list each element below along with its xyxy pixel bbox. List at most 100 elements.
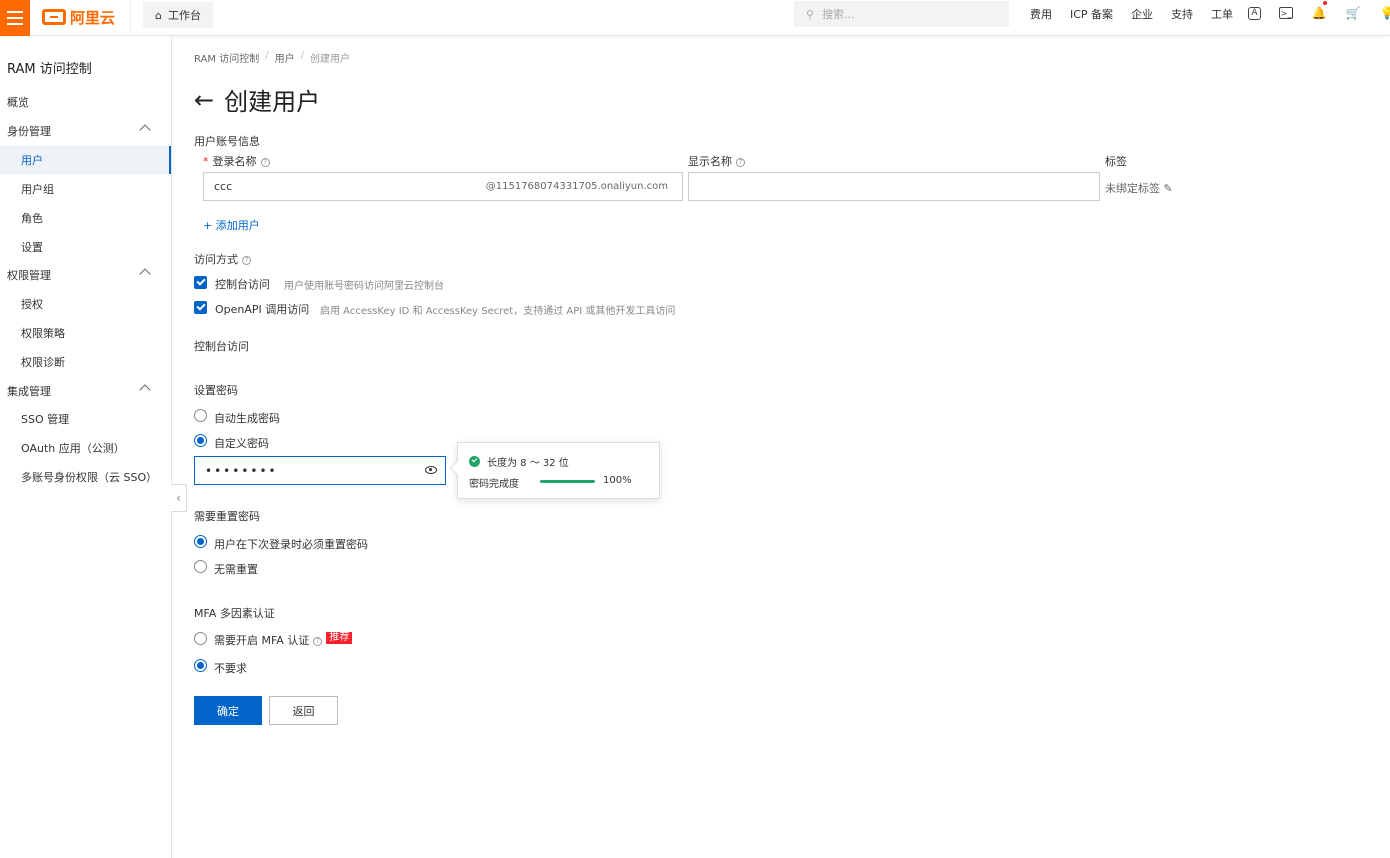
tag-value: 未绑定标签 (1105, 182, 1160, 195)
top-nav: 费用 ICP 备案 企业 支持 工单 (1030, 0, 1251, 28)
password-strength-tooltip: 长度为 8 ～ 32 位 密码完成度 100% (449, 442, 660, 499)
notification-dot (1323, 1, 1327, 5)
sidebar-group-label: 身份管理 (7, 125, 51, 138)
required-mark: * (203, 155, 209, 168)
mfa-required-radio[interactable] (194, 632, 207, 645)
terminal-icon[interactable]: >_ (1279, 7, 1293, 19)
bell-icon[interactable]: 🔔 (1311, 1, 1327, 21)
search-input[interactable]: ⚲ 搜索... (794, 1, 1009, 27)
access-section-title: 访问方式? (194, 251, 251, 267)
sidebar-item-cloud-sso[interactable]: 多账号身份权限（云 SSO） (0, 463, 171, 491)
breadcrumb-item-users[interactable]: 用户 (275, 50, 295, 65)
help-icon[interactable]: ? (260, 157, 270, 167)
aliyun-logo-icon (42, 9, 66, 25)
mfa-required-text: 需要开启 MFA 认证 (214, 634, 310, 647)
add-user-label: 添加用户 (215, 219, 260, 232)
must-reset-radio[interactable] (194, 535, 207, 548)
nav-billing[interactable]: 费用 (1030, 6, 1052, 22)
sidebar-item-settings[interactable]: 设置 (0, 233, 171, 261)
sidebar-group-identity[interactable]: 身份管理 (0, 117, 171, 145)
tag-edit[interactable]: 未绑定标签 ✎ (1105, 180, 1173, 196)
collapse-sidebar-button[interactable]: ‹ (171, 484, 187, 512)
auto-password-radio[interactable] (194, 409, 207, 422)
api-access-desc: 启用 AccessKey ID 和 AccessKey Secret，支持通过 … (320, 306, 676, 317)
login-name-suffix: @1151768074331705.onaliyun.com (485, 181, 668, 192)
console-access-checkbox[interactable] (194, 276, 207, 289)
workbench-button[interactable]: ⌂ 工作台 (143, 2, 213, 28)
add-user-link[interactable]: + 添加用户 (203, 217, 260, 233)
api-icon[interactable]: A (1248, 6, 1261, 20)
nav-icp[interactable]: ICP 备案 (1070, 6, 1113, 22)
console-access-section: 控制台访问 (194, 340, 249, 353)
nav-ticket[interactable]: 工单 (1211, 6, 1233, 22)
sidebar-group-integration[interactable]: 集成管理 (0, 377, 171, 405)
divider (130, 0, 131, 36)
sidebar-item-oauth[interactable]: OAuth 应用（公测） (0, 434, 171, 462)
display-name-label-text: 显示名称 (688, 155, 732, 168)
search-icon: ⚲ (806, 7, 815, 21)
sidebar-item-sso[interactable]: SSO 管理 (0, 405, 171, 433)
nav-enterprise[interactable]: 企业 (1131, 6, 1153, 22)
completeness-value: 100% (603, 475, 632, 486)
display-name-input[interactable] (688, 172, 1100, 201)
sidebar-group-label: 权限管理 (7, 269, 51, 282)
confirm-button[interactable]: 确定 (194, 696, 262, 725)
lightbulb-icon[interactable]: 💡 (1379, 5, 1390, 21)
completeness-label: 密码完成度 (469, 479, 519, 490)
account-section-title: 用户账号信息 (194, 135, 260, 148)
sidebar-item-roles[interactable]: 角色 (0, 204, 171, 232)
console-access-label: 控制台访问 (215, 278, 270, 291)
breadcrumb-item-ram[interactable]: RAM 访问控制 (194, 50, 259, 65)
sidebar-group-permissions[interactable]: 权限管理 (0, 261, 171, 289)
no-reset-radio[interactable] (194, 560, 207, 573)
mfa-required-label: 需要开启 MFA 认证? 推荐 (214, 632, 353, 648)
chevron-up-icon (139, 124, 151, 136)
top-bar: 阿里云 ⌂ 工作台 ⚲ 搜索... 费用 ICP 备案 企业 支持 工单 A >… (0, 0, 1390, 36)
top-icons: A >_ 🔔 🛒 💡 (1248, 1, 1390, 21)
brand-logo[interactable]: 阿里云 (42, 6, 115, 28)
custom-password-radio[interactable] (194, 434, 207, 447)
api-access-checkbox[interactable] (194, 301, 207, 314)
help-icon[interactable]: ? (242, 255, 251, 265)
display-name-label: 显示名称? (688, 153, 745, 169)
api-access-label: OpenAPI 调用访问 (215, 303, 310, 316)
back-arrow-icon[interactable]: ← (194, 86, 214, 114)
help-icon[interactable]: ? (313, 636, 323, 646)
chevron-up-icon (139, 384, 151, 396)
chevron-up-icon (139, 268, 151, 280)
sidebar-item-policies[interactable]: 权限策略 (0, 319, 171, 347)
breadcrumb: RAM 访问控制 / 用户 / 创建用户 (194, 50, 350, 65)
password-input[interactable]: •••••••• (194, 456, 446, 485)
sidebar-item-users[interactable]: 用户 (0, 146, 171, 174)
help-icon[interactable]: ? (736, 157, 745, 167)
sidebar-item-overview[interactable]: 概览 (0, 88, 171, 116)
breadcrumb-separator: / (300, 50, 304, 61)
eye-icon[interactable] (425, 466, 437, 474)
custom-password-label: 自定义密码 (214, 437, 269, 450)
back-button[interactable]: 返回 (269, 696, 338, 725)
reset-section-title: 需要重置密码 (194, 510, 260, 523)
password-value: •••••••• (205, 463, 278, 478)
login-name-input[interactable]: ccc @1151768074331705.onaliyun.com (203, 172, 683, 201)
page-title: ← 创建用户 (194, 82, 320, 117)
auto-password-label: 自动生成密码 (214, 412, 280, 425)
breadcrumb-item-current: 创建用户 (309, 54, 350, 65)
home-icon: ⌂ (155, 8, 162, 22)
login-name-label: * 登录名称? (203, 153, 270, 169)
access-section-text: 访问方式 (194, 253, 238, 266)
sidebar-item-grants[interactable]: 授权 (0, 290, 171, 318)
mfa-none-radio[interactable] (194, 659, 207, 672)
mfa-section-title: MFA 多因素认证 (194, 607, 275, 620)
tag-label: 标签 (1105, 155, 1127, 168)
check-circle-icon (469, 456, 480, 467)
search-placeholder: 搜索... (822, 8, 855, 21)
chevron-left-icon: ‹ (176, 491, 181, 505)
page-title-text: 创建用户 (224, 88, 321, 116)
sidebar-item-user-groups[interactable]: 用户组 (0, 175, 171, 203)
login-name-value: ccc (214, 180, 233, 193)
menu-icon[interactable] (0, 0, 30, 36)
sidebar-item-diagnosis[interactable]: 权限诊断 (0, 348, 171, 376)
nav-support[interactable]: 支持 (1171, 6, 1193, 22)
must-reset-label: 用户在下次登录时必须重置密码 (214, 538, 368, 551)
cart-icon[interactable]: 🛒 (1345, 5, 1361, 21)
